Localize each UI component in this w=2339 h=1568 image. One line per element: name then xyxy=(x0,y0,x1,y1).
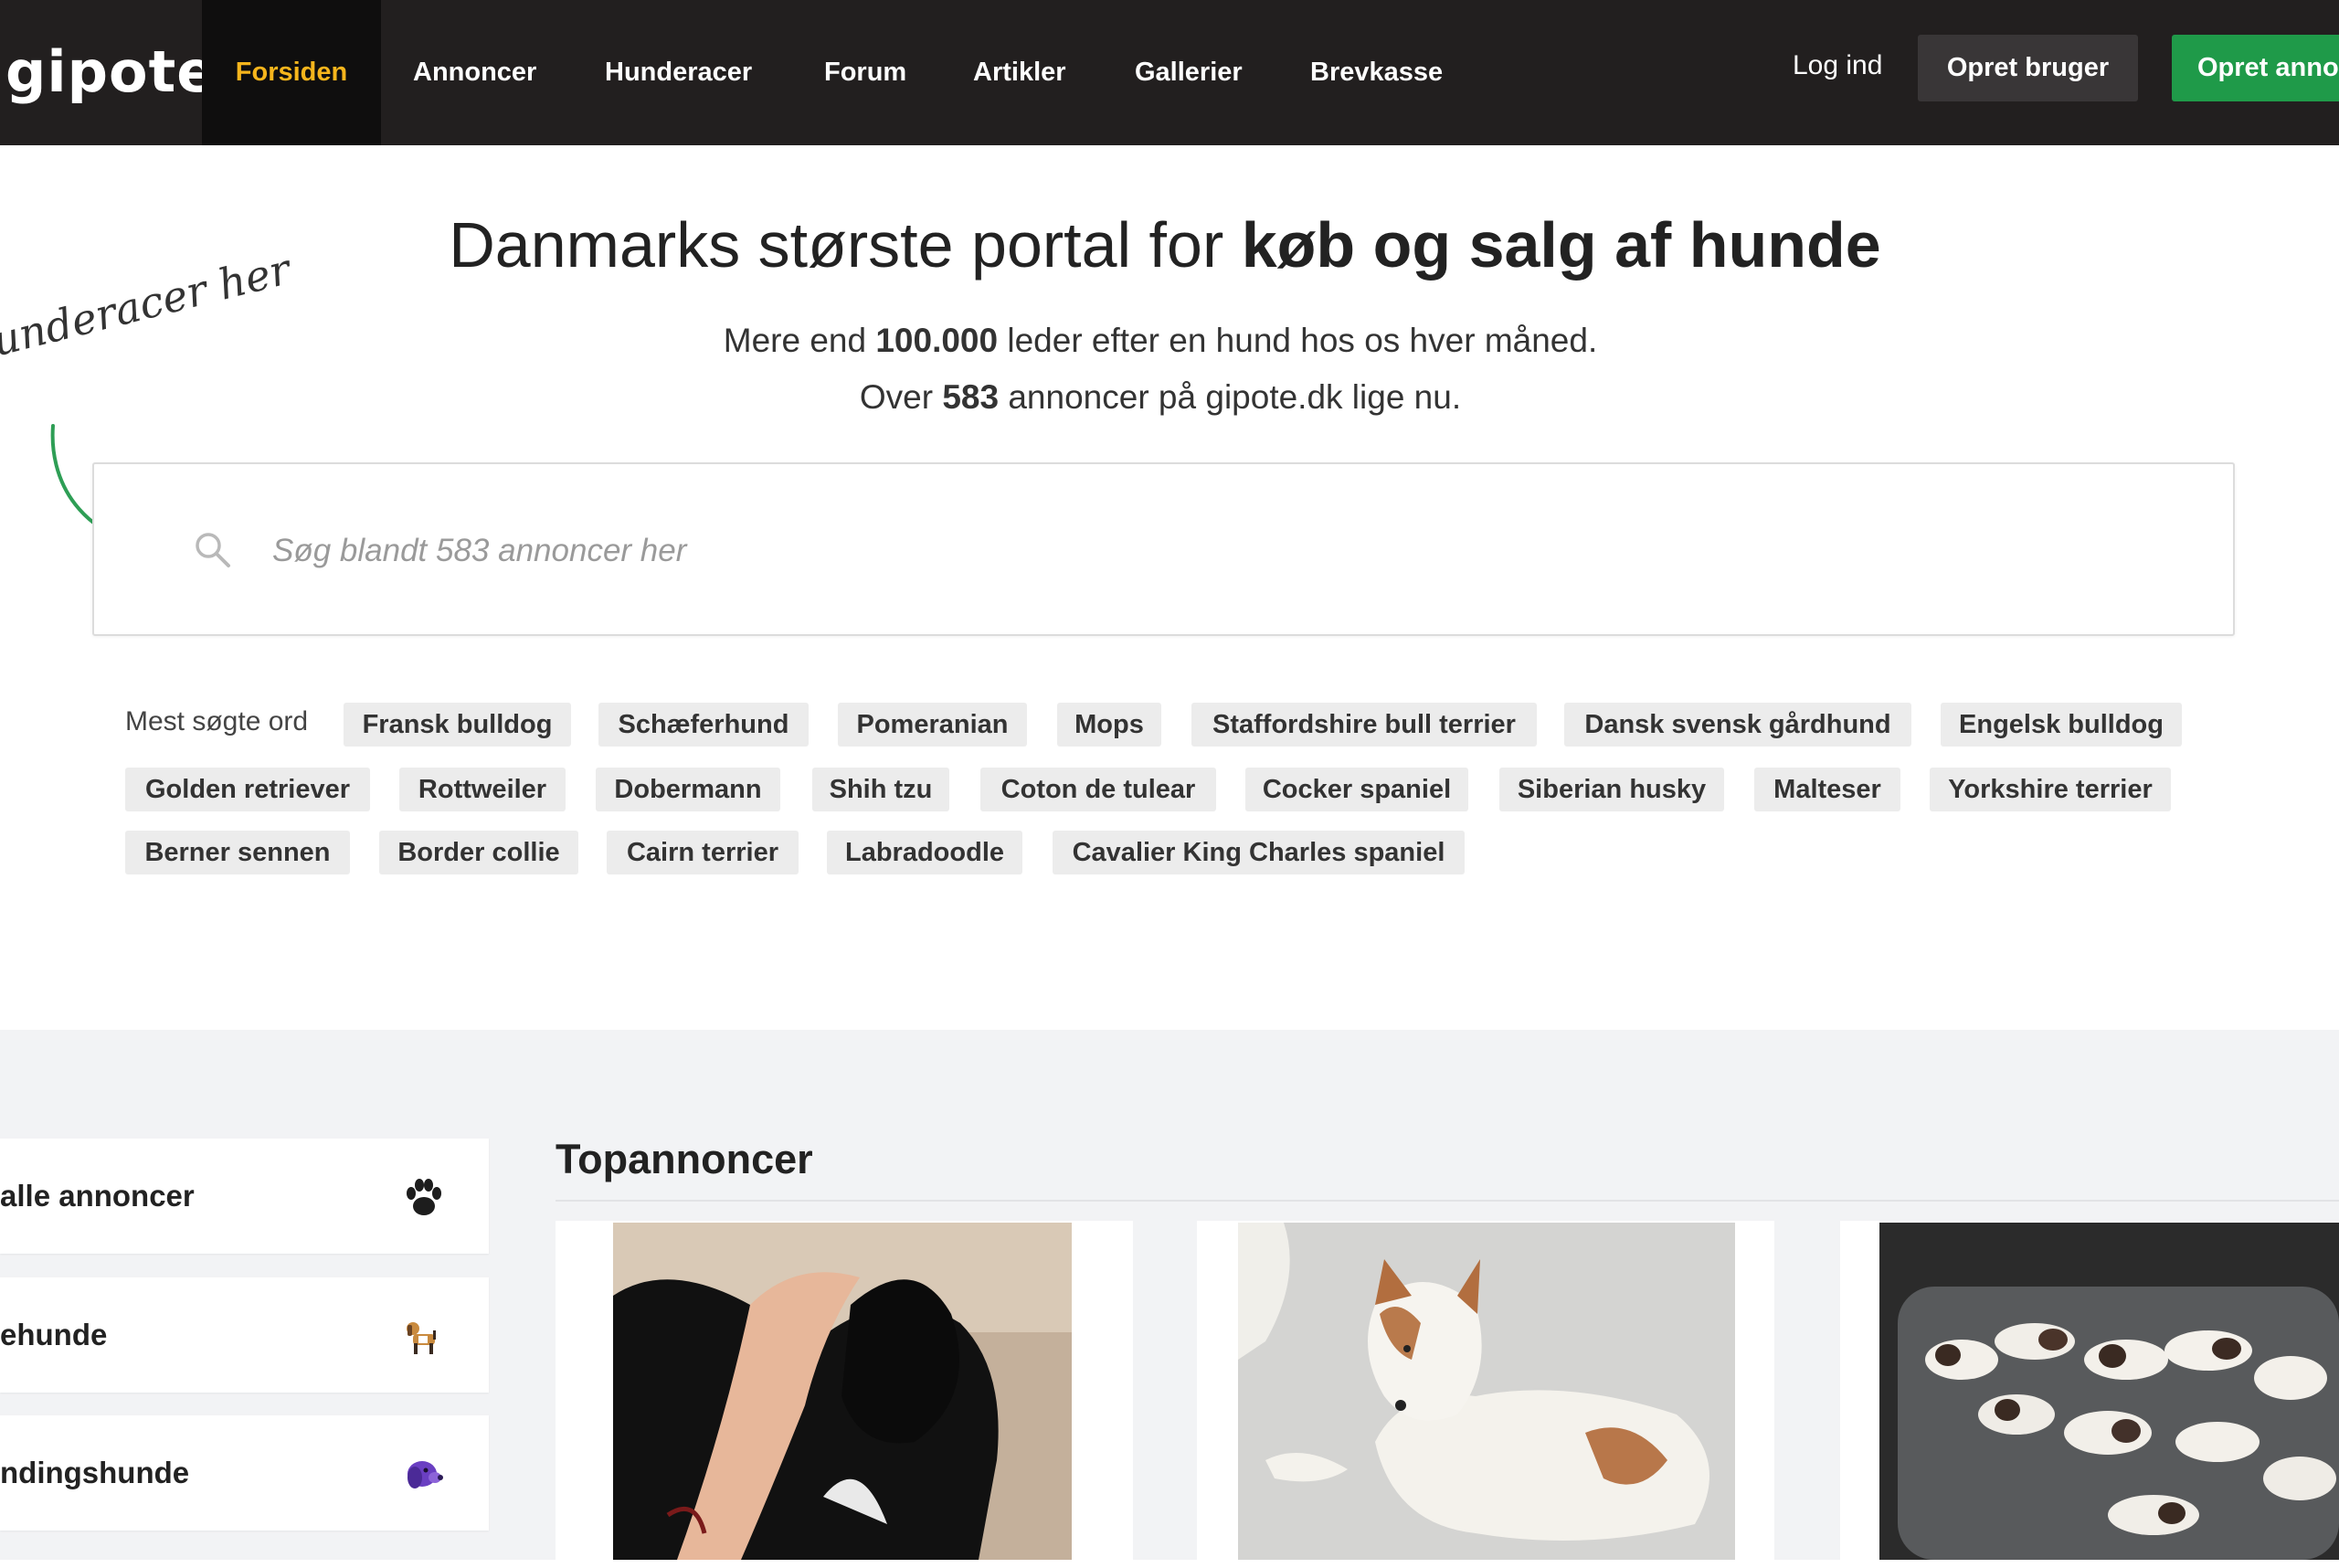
tag-dansk-svensk-gaardhund[interactable]: Dansk svensk gårdhund xyxy=(1564,703,1911,747)
category-all-ads[interactable]: alle annoncer xyxy=(0,1139,489,1254)
category-label: ndingshunde xyxy=(0,1456,190,1489)
tag-fransk-bulldog[interactable]: Fransk bulldog xyxy=(344,703,571,747)
hero-title-regular: Danmarks største portal for xyxy=(449,209,1242,281)
visitors-after: leder efter en hund hos os hver måned. xyxy=(998,322,1598,359)
tag-coton-de-tulear[interactable]: Coton de tulear xyxy=(980,768,1216,811)
white-brown-puppy-photo[interactable] xyxy=(1238,1223,1735,1560)
popular-searches-label: Mest søgte ord xyxy=(125,706,309,736)
hero-subtitle-ads: Over 583 annoncer på gipote.dk lige nu. xyxy=(0,378,2321,417)
login-link[interactable]: Log ind xyxy=(1793,0,1882,131)
tag-cairn-terrier[interactable]: Cairn terrier xyxy=(607,831,799,874)
nav-brevkasse[interactable]: Brevkasse xyxy=(1310,0,1443,145)
nav-artikler[interactable]: Artikler xyxy=(973,0,1066,145)
tag-border-collie[interactable]: Border collie xyxy=(379,831,578,874)
register-button[interactable]: Opret bruger xyxy=(1918,35,2138,101)
search-icon xyxy=(196,533,230,567)
tag-berner-sennen[interactable]: Berner sennen xyxy=(125,831,350,874)
tag-pomeranian[interactable]: Pomeranian xyxy=(838,703,1027,747)
dog-head-icon xyxy=(407,1461,443,1489)
tag-labradoodle[interactable]: Labradoodle xyxy=(827,831,1022,874)
ads-count: 583 xyxy=(942,378,1000,416)
paw-icon xyxy=(407,1179,441,1215)
tag-staffordshire-bull-terrier[interactable]: Staffordshire bull terrier xyxy=(1191,703,1537,747)
category-companion-dogs[interactable]: ndingshunde xyxy=(0,1415,489,1531)
black-puppy-photo[interactable] xyxy=(613,1223,1072,1560)
top-navigation-bar: gipote Forsiden Annoncer Hunderacer Foru… xyxy=(0,0,2339,145)
create-ad-button[interactable]: Opret annonce xyxy=(2172,35,2339,101)
section-divider xyxy=(556,1200,2339,1202)
visitors-before: Mere end xyxy=(723,322,876,359)
search-input[interactable] xyxy=(270,519,1919,583)
tag-rottweiler[interactable]: Rottweiler xyxy=(399,768,566,811)
ads-after: annoncer på gipote.dk lige nu. xyxy=(999,378,1462,416)
beagle-icon xyxy=(407,1322,436,1354)
nav-hunderacer[interactable]: Hunderacer xyxy=(605,0,752,145)
nav-annoncer[interactable]: Annoncer xyxy=(413,0,536,145)
tag-golden-retriever[interactable]: Golden retriever xyxy=(125,768,370,811)
hero-title-bold: køb og salg af hunde xyxy=(1241,209,1881,281)
tag-schaeferhund[interactable]: Schæferhund xyxy=(598,703,809,747)
search-box[interactable] xyxy=(92,462,2235,636)
tag-cavalier-king-charles-spaniel[interactable]: Cavalier King Charles spaniel xyxy=(1053,831,1465,874)
tag-siberian-husky[interactable]: Siberian husky xyxy=(1499,768,1724,811)
tag-dobermann[interactable]: Dobermann xyxy=(596,768,780,811)
category-hunting-dogs[interactable]: ehunde xyxy=(0,1277,489,1393)
tag-malteser[interactable]: Malteser xyxy=(1754,768,1900,811)
hero-title: Danmarks største portal for køb og salg … xyxy=(0,208,2330,281)
ads-before: Over xyxy=(859,378,943,416)
tag-shih-tzu[interactable]: Shih tzu xyxy=(812,768,949,811)
nav-forum[interactable]: Forum xyxy=(824,0,906,145)
site-logo[interactable]: gipote xyxy=(5,26,216,117)
tag-cocker-spaniel[interactable]: Cocker spaniel xyxy=(1245,768,1468,811)
tag-engelsk-bulldog[interactable]: Engelsk bulldog xyxy=(1941,703,2182,747)
category-label: alle annoncer xyxy=(0,1179,195,1213)
puppy-litter-photo[interactable] xyxy=(1879,1223,2339,1560)
category-label: ehunde xyxy=(0,1318,108,1351)
nav-gallerier[interactable]: Gallerier xyxy=(1135,0,1243,145)
nav-forsiden[interactable]: Forsiden xyxy=(202,0,381,145)
tag-yorkshire-terrier[interactable]: Yorkshire terrier xyxy=(1930,768,2171,811)
top-ads-title: Topannoncer xyxy=(556,1136,813,1182)
hero-subtitle-visitors: Mere end 100.000 leder efter en hund hos… xyxy=(0,322,2321,360)
visitors-count: 100.000 xyxy=(875,322,999,359)
tag-mops[interactable]: Mops xyxy=(1057,703,1161,747)
